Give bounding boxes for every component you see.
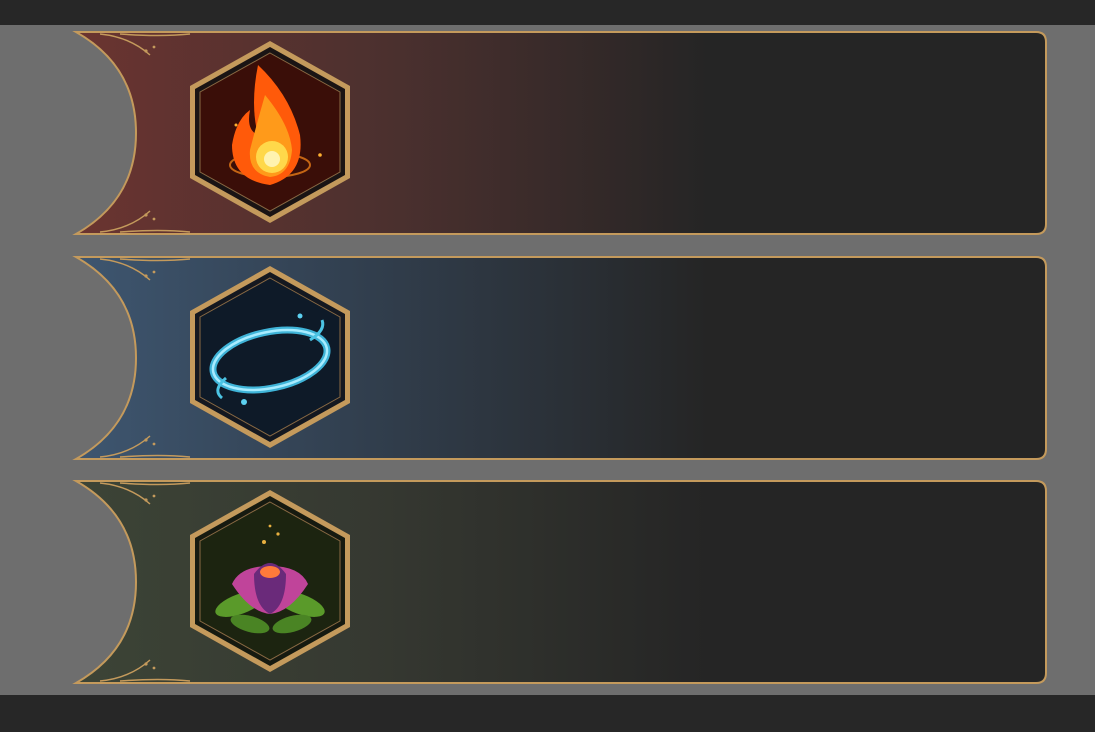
element-card-water[interactable] (0, 250, 1095, 460)
element-card-list (0, 25, 1095, 695)
element-card-fire[interactable] (0, 25, 1095, 235)
bottom-frame-bar (0, 695, 1095, 732)
element-card-nature[interactable] (0, 474, 1095, 684)
top-frame-bar (0, 0, 1095, 25)
